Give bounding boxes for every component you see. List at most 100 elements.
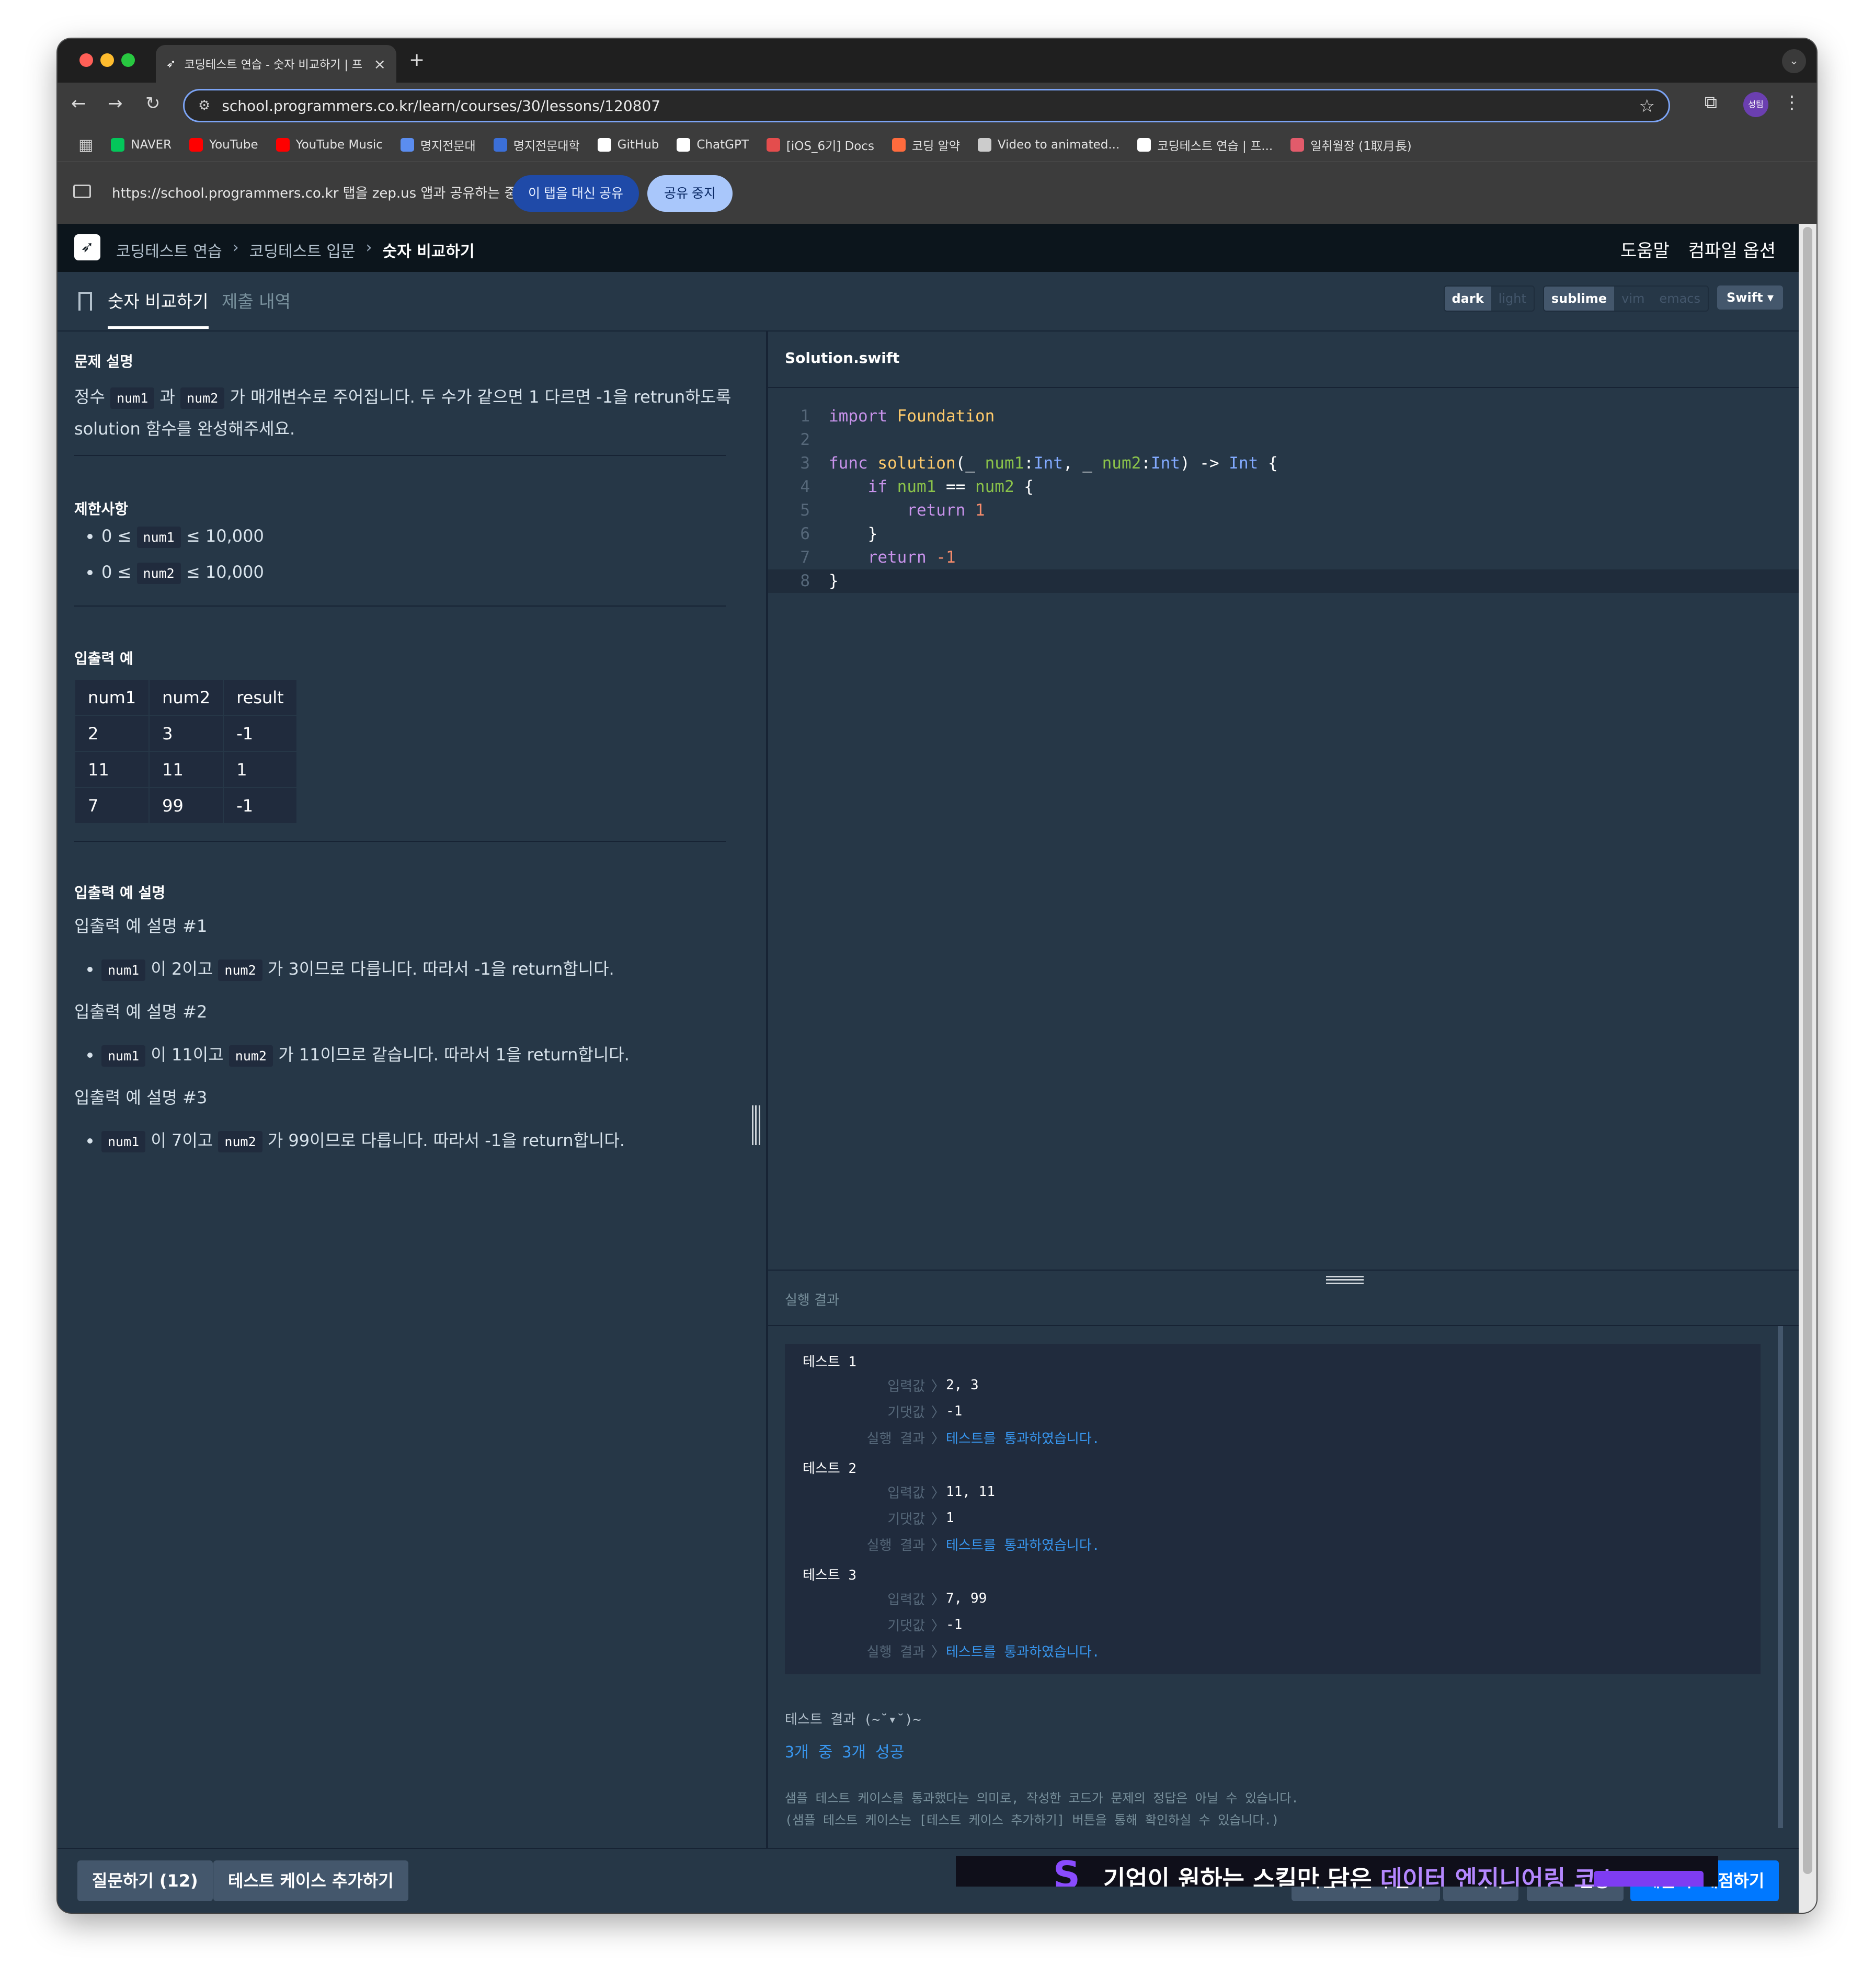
table-row: 7 99 -1 (74, 787, 298, 824)
bookmark-label: GitHub (617, 138, 659, 152)
keymap-emacs-option[interactable]: emacs (1652, 287, 1708, 311)
bookmark-item[interactable]: 명지전문대학 (493, 136, 580, 154)
bookmark-item[interactable]: Video to animated... (977, 138, 1120, 152)
code-line: 1 import Foundation (800, 407, 995, 426)
maximize-window-button[interactable] (121, 53, 135, 67)
results-pane: 실행 결과 테스트 1 입력값 〉 2, 3 기댓값 〉 -1 실행 결과 〉 테스트를 통… (768, 1270, 1799, 1848)
page-scrollbar[interactable] (1799, 224, 1816, 1913)
explain-subheading: 입출력 예 설명 #1 (74, 916, 208, 936)
code-line-current: 8} (768, 569, 1799, 593)
table-row: 2 3 -1 (74, 715, 298, 752)
problem-description-pane: 문제 설명 정수 num1 과 num2 가 매개변수로 주어집니다. 두 수가… (58, 332, 766, 1848)
desc-text: 정수 (74, 387, 105, 407)
bookmark-item[interactable]: 코딩 알약 (892, 136, 960, 154)
programmers-icon (1137, 138, 1151, 152)
results-title: 실행 결과 (768, 1271, 1799, 1326)
code-num1: num1 (110, 387, 155, 409)
table-cell: 99 (148, 787, 224, 824)
tab-submission-history[interactable]: 제출 내역 (222, 288, 291, 313)
language-select[interactable]: Swift ▾ (1717, 285, 1783, 310)
explain-list: num1 이 2이고 num2 가 3이므로 다릅니다. 따라서 -1을 ret… (74, 952, 614, 988)
ad-banner[interactable]: S 기업이 원하는 스킬만 담은 데이터 엔지니어링 코스 (956, 1856, 1718, 1887)
bookmark-icon[interactable] (78, 292, 92, 311)
bookmark-item[interactable]: NAVER (111, 138, 172, 152)
url-text: school.programmers.co.kr/learn/courses/3… (222, 97, 661, 115)
close-window-button[interactable] (79, 53, 93, 67)
bookmark-item[interactable]: [iOS_6기] Docs (766, 136, 874, 154)
breadcrumb-item[interactable]: 코딩테스트 입문 (249, 238, 356, 261)
new-tab-icon[interactable]: + (409, 49, 425, 71)
bookmark-star-icon[interactable]: ☆ (1639, 96, 1655, 117)
table-cell: 2 (74, 715, 150, 752)
code-line: 6 } (800, 524, 878, 543)
summary-count: 3개 중 3개 성공 (785, 1743, 905, 1762)
github-icon (597, 138, 611, 152)
table-cell: 3 (148, 715, 224, 752)
apps-grid-icon[interactable]: ▦ (78, 136, 93, 154)
tab-search-icon[interactable]: ⌄ (1782, 49, 1806, 73)
ad-cta-button[interactable] (1594, 1871, 1704, 1887)
ad-text: 기업이 원하는 스킬만 담은 데이터 엔지니어링 코스 (1103, 1865, 1618, 1887)
theme-light-option[interactable]: light (1491, 287, 1534, 311)
minimize-window-button[interactable] (100, 53, 114, 67)
bookmark-item[interactable]: 코딩테스트 연습 | 프... (1137, 136, 1273, 154)
bookmark-item[interactable]: 명지전문대 (400, 136, 476, 154)
stop-sharing-button[interactable]: 공유 중지 (647, 175, 733, 212)
code-line: 7 return -1 (800, 548, 956, 567)
explain-subheading: 입출력 예 설명 #3 (74, 1088, 208, 1107)
add-testcase-button[interactable]: 테스트 케이스 추가하기 (213, 1860, 408, 1901)
vertical-resize-handle[interactable] (752, 1105, 760, 1145)
description-heading: 문제 설명 (74, 353, 133, 370)
chevron-right-icon: › (365, 238, 372, 257)
help-link[interactable]: 도움말 (1620, 236, 1670, 262)
code-num2: num2 (180, 387, 225, 409)
keymap-sublime-option[interactable]: sublime (1544, 287, 1615, 311)
tab-problem[interactable]: 숫자 비교하기 (108, 288, 209, 329)
theme-dark-option[interactable]: dark (1444, 287, 1491, 311)
browser-tab[interactable]: ➶ 코딩테스트 연습 - 숫자 비교하기 | 프 × (156, 45, 396, 83)
bookmark-label: NAVER (131, 138, 172, 152)
extensions-icon[interactable]: ⧉ (1705, 92, 1717, 113)
share-this-tab-button[interactable]: 이 탭을 대신 공유 (512, 175, 639, 212)
tab-title: 코딩테스트 연습 - 숫자 비교하기 | 프 (184, 59, 363, 72)
desc-text: 가 매개변수로 주어집니다. 두 수가 같으면 1 다르면 -1을 retrun… (230, 387, 732, 407)
bookmark-label: ChatGPT (696, 138, 749, 152)
code-line: 3 func solution(_ num1:Int, _ num2:Int) -… (800, 454, 1278, 473)
more-menu-icon[interactable]: ⋮ (1783, 92, 1801, 113)
table-header-row: num1 num2 result (74, 679, 298, 716)
explain-list: num1 이 11이고 num2 가 11이므로 같습니다. 따라서 1을 re… (74, 1037, 630, 1073)
code-area[interactable]: 1 import Foundation 2 3 func solution(_ nu… (768, 405, 1799, 593)
tab-close-icon[interactable]: × (374, 55, 386, 73)
compile-options-link[interactable]: 컴파일 옵션 (1688, 236, 1776, 262)
programmers-logo-icon[interactable]: ➶ (74, 234, 100, 260)
bookmark-label: [iOS_6기] Docs (786, 140, 874, 153)
bookmark-item[interactable]: YouTube (189, 138, 258, 152)
bookmark-item[interactable]: ChatGPT (677, 138, 749, 152)
site-settings-icon[interactable]: ⚙ (198, 98, 210, 113)
bookmark-item[interactable]: GitHub (597, 138, 659, 152)
bookmark-item[interactable]: 일취월장 (1取月長) (1290, 136, 1412, 154)
test-name: 테스트 2 (803, 1461, 857, 1477)
divider (74, 455, 726, 456)
bookmark-label: Video to animated... (997, 138, 1120, 152)
bookmark-label: 코딩 알약 (911, 140, 960, 153)
desc-text: solution 함수를 완성해주세요. (74, 419, 295, 439)
ask-question-button[interactable]: 질문하기 (12) (77, 1860, 213, 1901)
keymap-vim-option[interactable]: vim (1614, 287, 1652, 311)
breadcrumb-item[interactable]: 코딩테스트 연습 (116, 238, 222, 261)
list-item: 0 ≤ num2 ≤ 10,000 (101, 555, 264, 591)
list-item: num1 이 7이고 num2 가 99이므로 다릅니다. 따라서 -1을 re… (101, 1123, 625, 1159)
breadcrumb-current: 숫자 비교하기 (382, 243, 475, 261)
results-scrollbar[interactable] (1778, 1326, 1783, 1828)
bookmark-item[interactable]: YouTube Music (276, 138, 383, 152)
bookmark-label: 코딩테스트 연습 | 프... (1157, 140, 1273, 153)
back-icon[interactable]: ← (71, 93, 86, 114)
profile-avatar[interactable]: 성팀 (1743, 92, 1768, 117)
reload-icon[interactable]: ↻ (145, 93, 161, 114)
test-name: 테스트 1 (803, 1354, 857, 1370)
io-heading: 입출력 예 (74, 650, 133, 667)
forward-icon[interactable]: → (108, 93, 123, 114)
address-bar[interactable]: ⚙ school.programmers.co.kr/learn/courses… (183, 89, 1670, 122)
table-cell: 7 (74, 787, 150, 824)
code-editor[interactable]: Solution.swift 1 import Foundation 2 3 fun… (768, 332, 1799, 1269)
